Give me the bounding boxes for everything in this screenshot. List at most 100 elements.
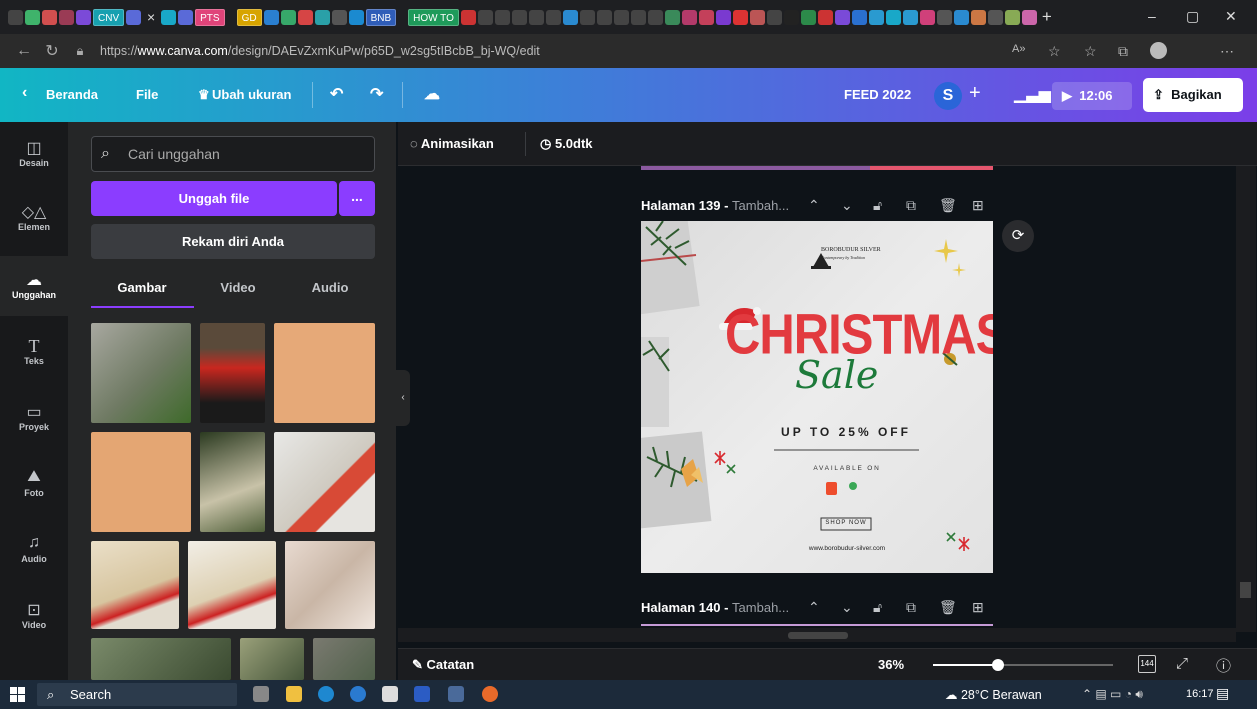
url-field[interactable]: https://www.canva.com/design/DAEvZxmKuPw…	[100, 44, 540, 58]
tab-favicon[interactable]	[511, 9, 527, 25]
tab-video[interactable]: Video	[188, 280, 288, 295]
tab-label[interactable]: HOW TO	[408, 8, 459, 26]
uploaded-image[interactable]	[188, 541, 276, 629]
uploaded-image[interactable]	[91, 638, 231, 680]
scrollbar-thumb[interactable]	[788, 632, 848, 639]
taskbar-clock[interactable]: 16:17	[1186, 688, 1214, 700]
uploaded-image[interactable]	[200, 432, 265, 532]
collapse-panel-button[interactable]: ‹	[396, 370, 410, 426]
rail-item-video[interactable]: ⊡ Video	[0, 600, 68, 630]
duplicate-page-icon[interactable]: ⧉	[906, 599, 916, 616]
tab-favicon[interactable]	[297, 9, 313, 25]
uploaded-image[interactable]	[274, 323, 375, 423]
resize-button[interactable]: Ubah ukuran	[212, 87, 291, 102]
restore-icon[interactable]: ▢	[1186, 8, 1199, 25]
file-explorer-icon[interactable]	[286, 686, 302, 702]
unlock-icon[interactable]: 🔓︎	[873, 197, 882, 214]
uploaded-image[interactable]	[285, 541, 375, 629]
tab-favicon[interactable]	[936, 9, 952, 25]
tab-favicon[interactable]	[1004, 9, 1020, 25]
website-text[interactable]: www.borobudur-silver.com	[773, 545, 921, 552]
profile-icon[interactable]	[1150, 42, 1167, 59]
present-timer-button[interactable]: ▶ 12:06	[1052, 82, 1132, 110]
undo-icon[interactable]: ↶	[330, 84, 343, 104]
home-button[interactable]: Beranda	[46, 87, 98, 102]
rail-item-design[interactable]: ◫ Desain	[0, 138, 68, 168]
tab-favicon[interactable]	[919, 9, 935, 25]
tab-favicon[interactable]	[647, 9, 663, 25]
tab-favicon[interactable]	[970, 9, 986, 25]
tab-favicon[interactable]	[630, 9, 646, 25]
tab-label[interactable]: GD	[236, 8, 262, 26]
tab-favicon[interactable]	[868, 9, 884, 25]
tab-favicon[interactable]	[834, 9, 850, 25]
tab-favicon[interactable]	[953, 9, 969, 25]
system-tray-icons[interactable]: ⌃ ▤ ▭ ◔ 🔊︎	[1082, 687, 1143, 702]
tab-favicon[interactable]	[42, 9, 57, 25]
refresh-icon[interactable]: ↻	[38, 41, 66, 61]
rail-item-photos[interactable]: ⛰ Foto	[0, 468, 68, 498]
chrome-icon[interactable]	[350, 686, 366, 702]
uploaded-image[interactable]	[274, 432, 375, 532]
favorites-icon[interactable]: ☆	[1084, 43, 1097, 60]
tab-favicon[interactable]	[749, 9, 765, 25]
task-view-icon[interactable]	[253, 686, 269, 702]
magic-comment-icon[interactable]: ⟳	[1002, 220, 1034, 252]
share-button[interactable]: ⇪ Bagikan	[1143, 78, 1243, 112]
tab-favicon[interactable]	[613, 9, 629, 25]
back-icon[interactable]: ←	[10, 42, 38, 60]
collections-icon[interactable]: ⧉	[1118, 43, 1128, 60]
zoom-slider[interactable]	[933, 659, 1113, 671]
chevron-left-icon[interactable]: ‹	[22, 84, 27, 102]
unlock-icon[interactable]: 🔓︎	[873, 599, 882, 616]
add-page-icon[interactable]: ⊞	[972, 599, 984, 616]
tab-favicon[interactable]	[698, 9, 714, 25]
page-title-placeholder[interactable]: Tambah...	[732, 198, 789, 213]
more-options-icon[interactable]: ⋯	[1220, 43, 1234, 60]
tab-label[interactable]: BNB	[365, 8, 397, 26]
tab-audio[interactable]: Audio	[280, 280, 380, 295]
close-window-icon[interactable]: ✕	[1225, 8, 1237, 25]
tab-favicon[interactable]	[902, 9, 918, 25]
rail-item-projects[interactable]: ▭ Proyek	[0, 402, 68, 432]
more-upload-options-button[interactable]: ...	[339, 181, 375, 216]
tab-favicon[interactable]	[817, 9, 833, 25]
tab-favicon[interactable]	[348, 9, 364, 25]
insights-chart-icon[interactable]: ▁▃▅	[1014, 84, 1051, 104]
tab-favicon[interactable]	[494, 9, 510, 25]
rail-item-uploads[interactable]: ☁ Unggahan	[0, 256, 68, 316]
uploaded-image[interactable]	[91, 541, 179, 629]
tab-favicon[interactable]	[987, 9, 1003, 25]
tab-favicon[interactable]	[460, 9, 476, 25]
document-title[interactable]: FEED 2022	[844, 87, 911, 102]
script-sale[interactable]: Sale	[795, 353, 878, 397]
page-count-button[interactable]: 144	[1138, 655, 1156, 673]
zoom-level[interactable]: 36%	[878, 657, 904, 672]
tab-favicon[interactable]	[314, 9, 330, 25]
tab-favicon[interactable]	[783, 9, 799, 25]
tab-images[interactable]: Gambar	[92, 280, 192, 295]
word-icon[interactable]	[414, 686, 430, 702]
close-tab-icon[interactable]: ×	[143, 9, 159, 25]
tab-favicon[interactable]	[579, 9, 595, 25]
duplicate-page-icon[interactable]: ⧉	[906, 197, 916, 214]
scrollbar-thumb[interactable]	[1240, 582, 1251, 598]
tab-favicon[interactable]	[766, 9, 782, 25]
tab-favicon[interactable]	[545, 9, 561, 25]
vertical-scrollbar[interactable]	[1236, 166, 1256, 632]
app-icon[interactable]	[448, 686, 464, 702]
cloud-saved-icon[interactable]: ☁	[424, 84, 440, 104]
taskbar-search-input[interactable]: ⌕ Search	[37, 683, 237, 706]
edge-browser-icon[interactable]	[318, 686, 334, 702]
redo-icon[interactable]: ↷	[370, 84, 383, 104]
zoom-slider-handle[interactable]	[991, 659, 1004, 671]
tab-favicon[interactable]	[477, 9, 493, 25]
uploaded-image[interactable]	[313, 638, 375, 680]
animate-button[interactable]: ◌ Animasikan	[410, 136, 494, 151]
delete-page-icon[interactable]: 🗑︎	[939, 197, 957, 214]
tab-favicon[interactable]	[331, 9, 347, 25]
tab-favicon[interactable]	[59, 9, 74, 25]
page-down-icon[interactable]: ⌄	[841, 197, 853, 214]
new-tab-icon[interactable]: +	[1039, 7, 1055, 27]
page-down-icon[interactable]: ⌄	[841, 599, 853, 616]
